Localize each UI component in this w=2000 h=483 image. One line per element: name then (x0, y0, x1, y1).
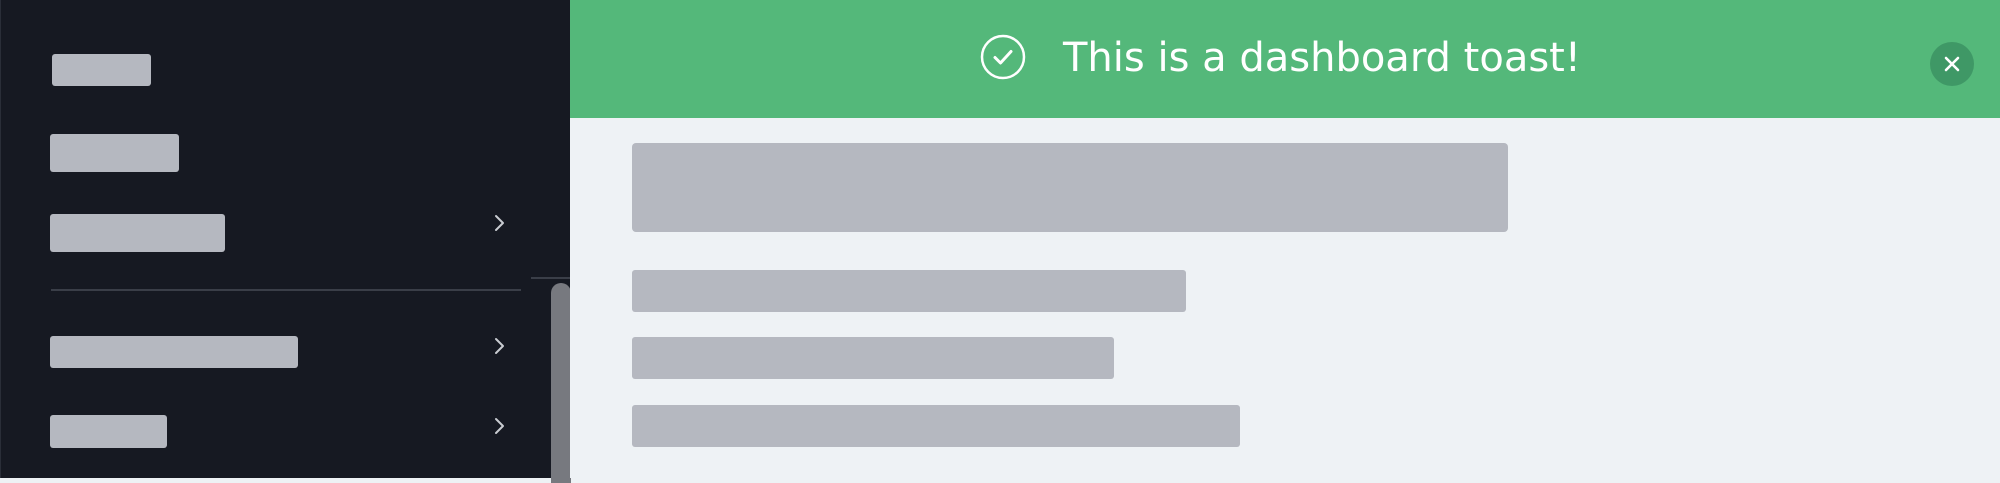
sidebar (0, 0, 571, 483)
toast-message: This is a dashboard toast! (1063, 35, 1581, 81)
close-icon (1944, 56, 1960, 72)
sidebar-scrollbar[interactable] (551, 283, 571, 483)
chevron-right-icon[interactable] (489, 213, 509, 233)
content-line-skeleton-2 (632, 337, 1114, 379)
content-title-skeleton (632, 143, 1508, 232)
sidebar-divider (51, 289, 521, 291)
chevron-right-icon[interactable] (489, 416, 509, 436)
check-circle-icon (980, 34, 1026, 80)
content-line-skeleton-1 (632, 270, 1186, 312)
sidebar-item-skeleton-2 (50, 134, 179, 172)
sidebar-item-skeleton-5 (50, 415, 167, 448)
chevron-right-icon[interactable] (489, 336, 509, 356)
scrollbar-track (531, 277, 571, 279)
sidebar-item-skeleton-1 (52, 54, 151, 86)
sidebar-item-skeleton-4 (50, 336, 298, 368)
toast-close-button[interactable] (1930, 42, 1974, 86)
content-line-skeleton-3 (632, 405, 1240, 447)
sidebar-item-skeleton-3 (50, 214, 225, 252)
